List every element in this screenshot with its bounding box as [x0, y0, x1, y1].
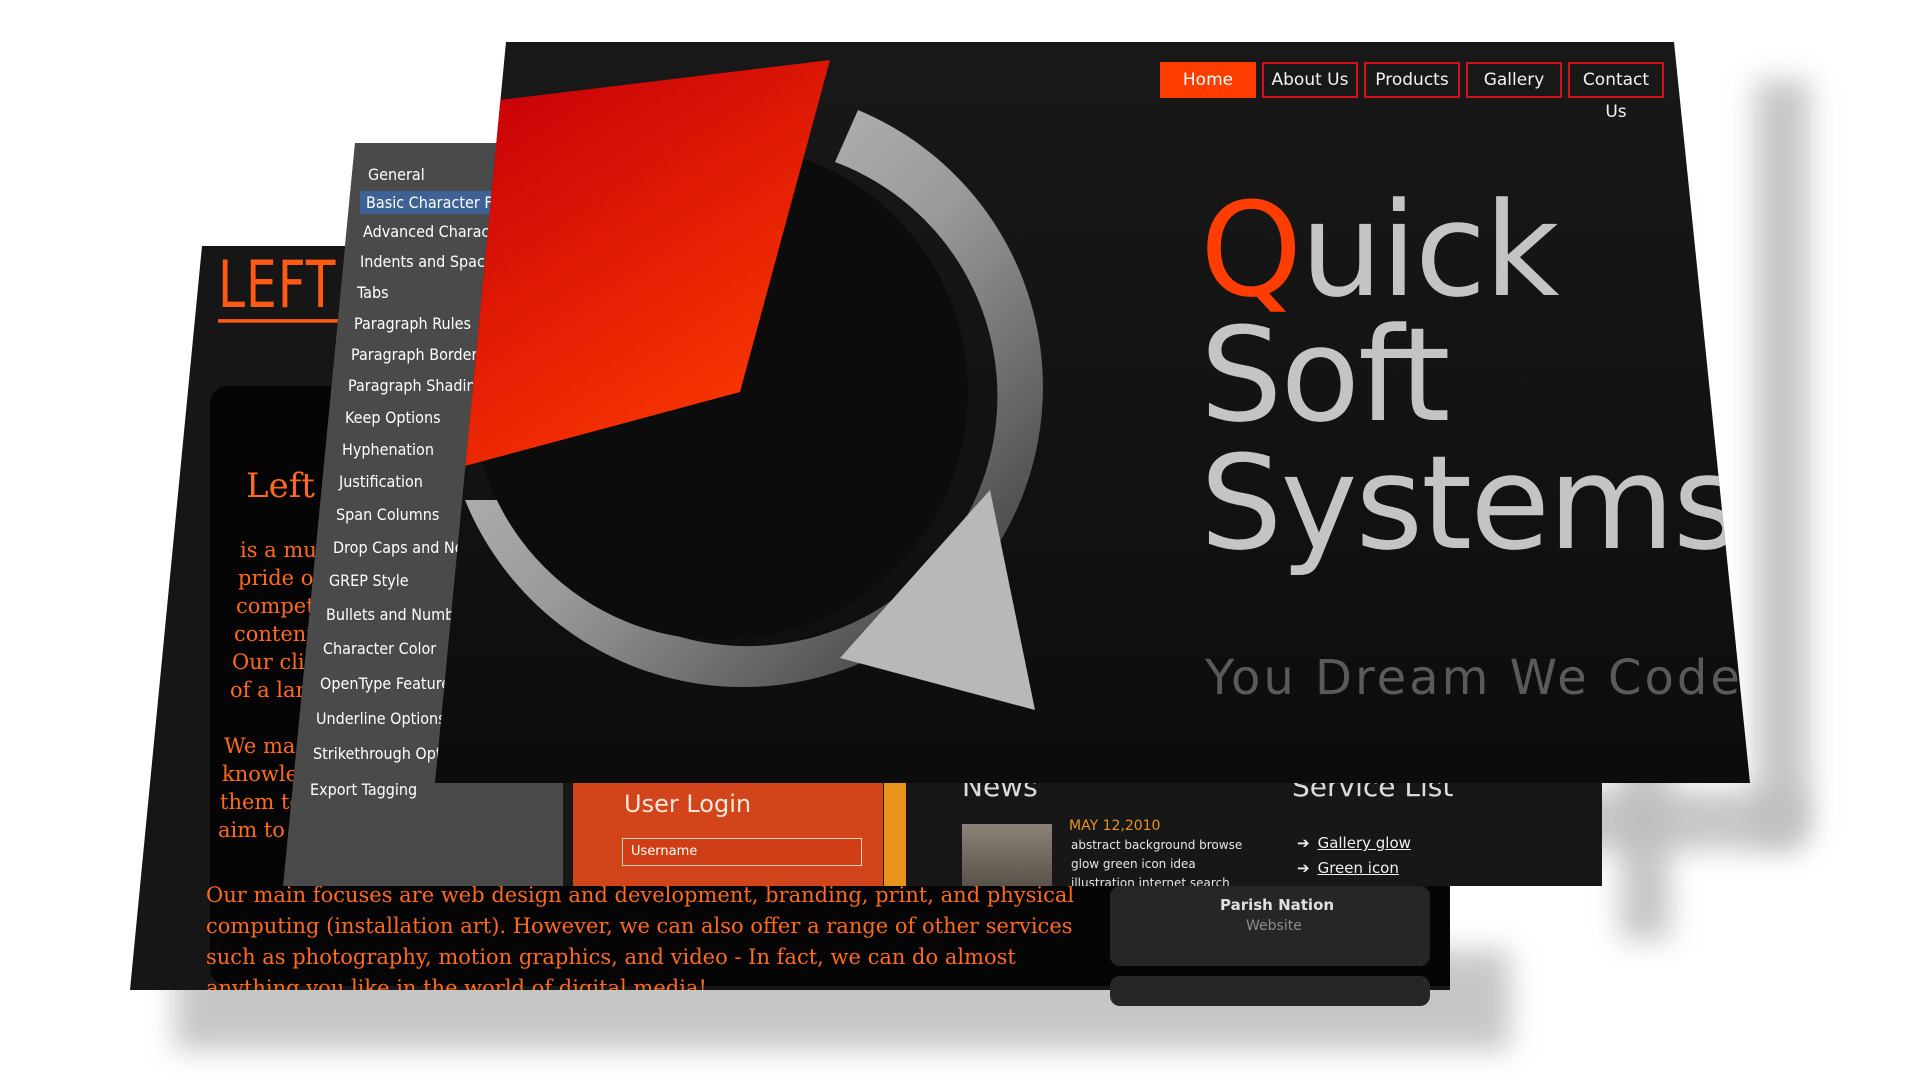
menu-item-tabs[interactable]: Tabs: [357, 283, 389, 302]
user-login-title: User Login: [624, 790, 752, 818]
project-type: Website: [1246, 918, 1302, 934]
front-layer-shadow: [1755, 80, 1810, 840]
service-item[interactable]: ➔ Gallery glow: [1297, 834, 1411, 852]
back-text-line: We ma: [224, 734, 296, 758]
menu-item-basic-character-formats[interactable]: Basic Character For: [360, 191, 513, 214]
nav-about-us[interactable]: About Us: [1262, 62, 1358, 98]
menu-item-drop-caps[interactable]: Drop Caps and Ne: [333, 538, 464, 557]
service-item[interactable]: ➔ Green icon: [1297, 859, 1399, 877]
back-paragraph: Our main focuses are web design and deve…: [206, 883, 1075, 1000]
nav-contact-us[interactable]: Contact Us: [1568, 62, 1664, 122]
menu-item-paragraph-shading[interactable]: Paragraph Shading: [348, 376, 485, 395]
back-text-line: knowle: [222, 762, 299, 786]
back-text-line: compet: [236, 594, 315, 618]
nav-gallery[interactable]: Gallery: [1466, 62, 1562, 98]
menu-item-hyphenation[interactable]: Hyphenation: [342, 440, 434, 459]
back-text-line: pride o: [238, 566, 314, 590]
menu-item-advanced-character-formats[interactable]: Advanced Characte: [363, 222, 504, 241]
back-text-line: is a mul: [240, 538, 324, 562]
back-text-line: them to: [220, 790, 303, 814]
menu-item-indents-and-spacing[interactable]: Indents and Spacin: [360, 252, 498, 271]
menu-item-grep-style[interactable]: GREP Style: [329, 571, 409, 590]
menu-item-bullets-and-numbering[interactable]: Bullets and Numbe: [326, 605, 463, 624]
service-item-label[interactable]: Green icon: [1318, 859, 1399, 877]
service-item-label[interactable]: Gallery glow: [1318, 834, 1411, 852]
back-text-line: content: [234, 622, 315, 646]
back-text-line: aim to: [218, 818, 285, 842]
brand-line-quick: Quick: [1200, 185, 1560, 315]
news-date: MAY 12,2010: [1069, 818, 1161, 834]
brand-line-systems: Systems: [1200, 427, 1740, 579]
arrow-right-icon: ➔: [1297, 859, 1310, 877]
menu-item-span-columns[interactable]: Span Columns: [336, 505, 439, 524]
menu-item-opentype-features[interactable]: OpenType Feature: [320, 674, 450, 693]
tagline: You Dream We Code: [1205, 650, 1743, 706]
menu-item-general[interactable]: General: [368, 165, 425, 184]
username-input[interactable]: Username: [622, 838, 862, 866]
arrow-right-icon: ➔: [1297, 834, 1310, 852]
brand-line-soft: Soft: [1200, 299, 1451, 451]
menu-item-justification[interactable]: Justification: [339, 472, 423, 491]
news-text-line: glow green icon idea: [1071, 857, 1196, 871]
nav-home[interactable]: Home: [1160, 62, 1256, 98]
menu-item-paragraph-border[interactable]: Paragraph Border: [351, 345, 477, 364]
nav-products[interactable]: Products: [1364, 62, 1460, 98]
back-text-line: Our cli: [232, 650, 305, 674]
menu-item-strikethrough-options[interactable]: Strikethrough Opt: [313, 744, 442, 763]
news-thumbnail[interactable]: [962, 824, 1052, 886]
project-card[interactable]: [1110, 976, 1430, 1006]
menu-item-export-tagging[interactable]: Export Tagging: [310, 780, 417, 799]
menu-item-paragraph-rules[interactable]: Paragraph Rules: [354, 314, 471, 333]
back-text-line: of a lar: [230, 678, 306, 702]
news-text-line: abstract background browse: [1071, 838, 1243, 852]
menu-item-keep-options[interactable]: Keep Options: [345, 408, 441, 427]
project-name: Parish Nation: [1220, 896, 1335, 914]
menu-item-character-color[interactable]: Character Color: [323, 639, 436, 658]
menu-item-underline-options[interactable]: Underline Options: [316, 709, 446, 728]
